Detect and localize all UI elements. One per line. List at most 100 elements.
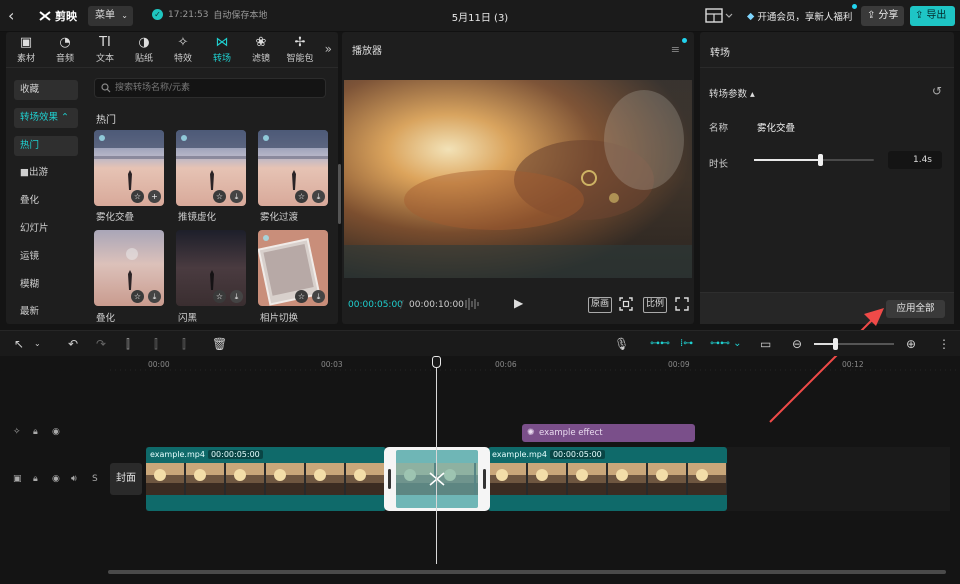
category-transition-effects[interactable]: 转场效果 ⌃ [14, 107, 78, 128]
solo-icon[interactable]: S [92, 474, 98, 484]
trim-handle-right[interactable] [483, 469, 486, 489]
tab-sticker[interactable]: ◑ 贴纸 [128, 35, 160, 65]
params-toggle[interactable]: 转场参数 ▴ [709, 86, 755, 100]
category-camera-move[interactable]: 运镜 [14, 247, 78, 267]
fit-icon[interactable] [618, 296, 634, 312]
transition-thumb[interactable]: ☆ ⤓ [176, 230, 246, 306]
play-button[interactable]: ▶ [514, 296, 523, 312]
cover-button[interactable]: 封面 [110, 463, 142, 495]
volume-icon[interactable]: 🔊︎ [71, 474, 77, 484]
favorite-icon[interactable]: ☆ [213, 290, 226, 303]
transition-thumb[interactable]: ☆ ⤓ [258, 230, 328, 306]
category-favorites[interactable]: 收藏 [14, 80, 78, 100]
transition-thumb[interactable]: ☆ ⤓ [258, 130, 328, 206]
category-travel[interactable]: ■出游 [14, 163, 78, 183]
favorite-icon[interactable]: ☆ [295, 290, 308, 303]
favorite-icon[interactable]: ☆ [131, 190, 144, 203]
export-button[interactable]: ⇪ 导出 [910, 6, 955, 26]
layout-icon[interactable] [705, 8, 733, 24]
favorite-icon[interactable]: ☆ [131, 290, 144, 303]
apply-all-button[interactable]: 应用全部 [886, 300, 945, 318]
share-button[interactable]: ⇪ 分享 [861, 6, 904, 26]
original-quality-button[interactable]: 原画 [588, 297, 613, 313]
menu-icon[interactable]: ≡ [671, 43, 680, 56]
effect-icon: ✺ [527, 428, 535, 438]
duration-slider[interactable] [754, 154, 874, 166]
category-dissolve[interactable]: 叠化 [14, 191, 78, 211]
category-hot[interactable]: 热门 [14, 135, 78, 156]
timeline-scrollbar[interactable] [108, 570, 946, 574]
tab-audio[interactable]: ◔ 音频 [49, 35, 81, 65]
delete-icon[interactable]: 🗑 [212, 336, 227, 352]
chevron-down-icon[interactable]: ⌄ [34, 336, 41, 352]
search-input[interactable]: 搜索转场名称/元素 [94, 78, 326, 98]
video-clip-1[interactable]: example.mp4 00:00:05:00 [146, 447, 386, 511]
zoom-out-icon[interactable]: ⊖ [792, 336, 802, 352]
select-tool-icon[interactable]: ↖ [14, 336, 24, 352]
video-track-header: ▣ 🔒︎ ◉ 🔊︎ S [0, 474, 106, 486]
more-tabs-icon[interactable]: » [325, 42, 332, 56]
tab-bar: ▣ 素材 ◔ 音频 TI 文本 ◑ 贴纸 ✧ 特效 ⋈ 转场 ❀ 滤镜 ✢ 智能包 » [6, 32, 338, 68]
auto-snap-icon[interactable]: ⁞⊶ [680, 336, 693, 352]
tab-text[interactable]: TI 文本 [89, 35, 121, 65]
transition-icon: ⋈ [215, 35, 229, 50]
panel-scrollbar[interactable] [338, 164, 341, 224]
eye-icon[interactable]: ◉ [52, 427, 60, 437]
fullscreen-icon[interactable] [675, 296, 689, 312]
link-icon[interactable]: ⊶⊷ ⌄ [710, 336, 742, 352]
redo-icon[interactable]: ↷ [96, 336, 106, 352]
lock-icon[interactable]: 🔒︎ [33, 474, 38, 484]
favorite-icon[interactable]: ☆ [213, 190, 226, 203]
preview-axis-icon[interactable]: ▭ [760, 336, 771, 352]
main-track-magnet-icon[interactable]: ⊶⊷ [650, 336, 670, 352]
ratio-button[interactable]: 比例 [643, 297, 668, 313]
add-icon[interactable]: + [148, 190, 161, 203]
tab-transitions[interactable]: ⋈ 转场 [206, 35, 238, 65]
effect-clip[interactable]: ✺ example effect [522, 424, 695, 442]
transition-thumb[interactable]: ☆ ⤓ [94, 230, 164, 306]
menu-button[interactable]: 菜单 ⌄ [88, 6, 133, 26]
category-blur[interactable]: 模糊 [14, 275, 78, 295]
trim-handle-left[interactable] [388, 469, 391, 489]
duration-input[interactable]: 1.4s [888, 151, 942, 169]
category-latest[interactable]: 最新 [14, 302, 78, 322]
tab-smart-pack[interactable]: ✢ 智能包 [282, 35, 318, 65]
favorite-icon[interactable]: ☆ [295, 190, 308, 203]
playhead-handle[interactable] [432, 356, 441, 368]
back-icon[interactable]: ‹ [8, 7, 24, 25]
download-icon[interactable]: ⤓ [312, 290, 325, 303]
timeline-ruler[interactable]: 00:00 00:03 00:06 00:09 00:12 [108, 356, 960, 372]
transition-selection[interactable] [384, 447, 490, 511]
eye-icon[interactable]: ◉ [52, 474, 60, 484]
playhead-line[interactable] [436, 364, 437, 564]
download-icon[interactable]: ⤓ [148, 290, 161, 303]
undo-icon[interactable]: ↶ [68, 336, 78, 352]
tab-material[interactable]: ▣ 素材 [10, 35, 42, 65]
zoom-handle[interactable] [833, 338, 838, 350]
reset-icon[interactable]: ↺ [932, 84, 942, 98]
zoom-slider[interactable] [814, 338, 894, 350]
lock-icon[interactable]: 🔒︎ [33, 427, 38, 437]
tab-filters[interactable]: ❀ 滤镜 [245, 35, 277, 65]
zoom-in-icon[interactable]: ⊕ [906, 336, 916, 352]
transition-thumb[interactable]: ☆ + [94, 130, 164, 206]
download-icon[interactable]: ⤓ [312, 190, 325, 203]
waveform-icon[interactable] [464, 296, 480, 312]
tick-label: 00:12 [842, 360, 864, 369]
transition-thumb[interactable]: ☆ ⤓ [176, 130, 246, 206]
video-clip-2[interactable]: example.mp4 00:00:05:00 [488, 447, 727, 511]
download-icon[interactable]: ⤓ [230, 290, 243, 303]
split-icon[interactable]: ⫿ [126, 336, 130, 352]
microphone-icon[interactable]: 🎙 [614, 336, 629, 352]
trim-right-icon[interactable]: ⫿ [182, 336, 186, 352]
transition-clip[interactable] [396, 450, 478, 508]
category-slideshow[interactable]: 幻灯片 [14, 219, 78, 239]
tick-label: 00:09 [668, 360, 690, 369]
thumb-label: 推镜虚化 [178, 212, 217, 223]
trim-left-icon[interactable]: ⫿ [154, 336, 158, 352]
slider-handle[interactable] [818, 154, 823, 166]
tab-effects[interactable]: ✧ 特效 [167, 35, 199, 65]
download-icon[interactable]: ⤓ [230, 190, 243, 203]
more-icon[interactable]: ⋮ [938, 336, 950, 352]
vip-promo[interactable]: ◆ 开通会员，享新人福利 [747, 4, 858, 26]
